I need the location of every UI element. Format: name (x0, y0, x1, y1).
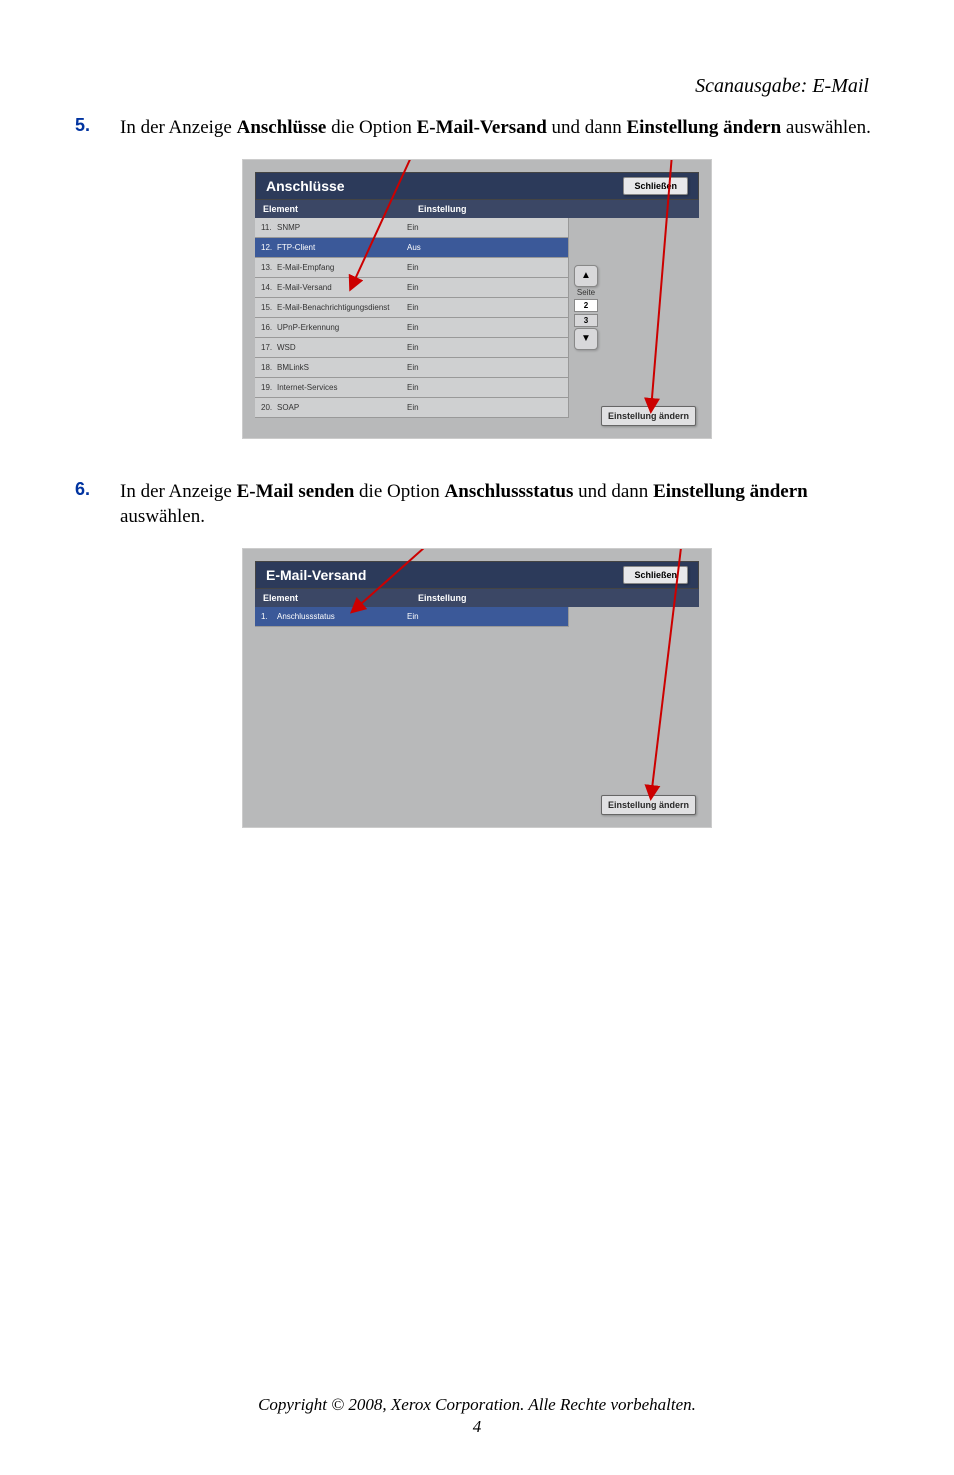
table-row[interactable]: 1.AnschlussstatusEin (255, 607, 569, 627)
close-button[interactable]: Schließen (623, 177, 688, 195)
t: die Option (354, 481, 444, 502)
col-setting: Einstellung (418, 593, 583, 603)
row-value: Ein (407, 343, 562, 352)
row-value: Ein (407, 263, 562, 272)
step-text: In der Anzeige Anschlüsse die Option E-M… (120, 115, 879, 141)
panel-title: E-Mail-Versand (266, 567, 366, 583)
table-row[interactable]: 19.Internet-ServicesEin (255, 378, 569, 398)
t: und dann (573, 481, 653, 502)
row-name: Anschlussstatus (277, 612, 407, 621)
row-number: 20. (261, 403, 277, 412)
change-setting-button[interactable]: Einstellung ändern (601, 795, 696, 815)
row-number: 19. (261, 383, 277, 392)
scroll-widget: ▲ Seite 2 3 ▼ (571, 265, 601, 350)
table-row[interactable]: 11.SNMPEin (255, 218, 569, 238)
b: E-Mail-Versand (417, 117, 547, 138)
b: E-Mail senden (237, 481, 355, 502)
row-name: SNMP (277, 223, 407, 232)
row-value: Ein (407, 383, 562, 392)
scroll-up-button[interactable]: ▲ (574, 265, 598, 287)
row-number: 12. (261, 243, 277, 252)
b: Einstellung ändern (653, 481, 808, 502)
col-element: Element (263, 593, 418, 603)
step-5: 5. In der Anzeige Anschlüsse die Option … (75, 115, 879, 439)
table-header: Element Einstellung (255, 589, 699, 607)
row-number: 17. (261, 343, 277, 352)
page-current: 2 (574, 299, 598, 312)
t: und dann (547, 117, 627, 138)
t: In der Anzeige (120, 481, 237, 502)
change-setting-button[interactable]: Einstellung ändern (601, 406, 696, 426)
step-6: 6. In der Anzeige E-Mail senden die Opti… (75, 479, 879, 828)
row-value: Ein (407, 612, 562, 621)
step-number: 6. (75, 479, 90, 500)
row-name: E-Mail-Versand (277, 283, 407, 292)
row-value: Ein (407, 403, 562, 412)
row-number: 1. (261, 612, 277, 621)
page-total: 3 (574, 314, 598, 327)
table-row[interactable]: 14.E-Mail-VersandEin (255, 278, 569, 298)
t: In der Anzeige (120, 117, 237, 138)
table-rows: 11.SNMPEin12.FTP-ClientAus13.E-Mail-Empf… (255, 218, 569, 418)
row-name: SOAP (277, 403, 407, 412)
row-value: Ein (407, 223, 562, 232)
row-name: E-Mail-Benachrichtigungsdienst (277, 303, 407, 312)
panel-header: E-Mail-Versand Schließen (255, 561, 699, 589)
row-name: FTP-Client (277, 243, 407, 252)
table-row[interactable]: 13.E-Mail-EmpfangEin (255, 258, 569, 278)
b: Einstellung ändern (626, 117, 781, 138)
table-rows: 1.AnschlussstatusEin (255, 607, 569, 627)
row-number: 13. (261, 263, 277, 272)
row-number: 15. (261, 303, 277, 312)
row-name: Internet-Services (277, 383, 407, 392)
b: Anschlüsse (237, 117, 327, 138)
anschluesse-panel: Anschlüsse Schließen Element Einstellung… (242, 159, 712, 439)
page-label: Seite (577, 288, 595, 297)
email-versand-panel: E-Mail-Versand Schließen Element Einstel… (242, 548, 712, 828)
footer-copyright: Copyright © 2008, Xerox Corporation. All… (0, 1395, 954, 1415)
row-number: 14. (261, 283, 277, 292)
col-setting: Einstellung (418, 204, 583, 214)
table-row[interactable]: 20.SOAPEin (255, 398, 569, 418)
scroll-down-button[interactable]: ▼ (574, 328, 598, 350)
table-row[interactable]: 18.BMLinkSEin (255, 358, 569, 378)
b: Anschlussstatus (445, 481, 574, 502)
table-row[interactable]: 12.FTP-ClientAus (255, 238, 569, 258)
table-row[interactable]: 15.E-Mail-BenachrichtigungsdienstEin (255, 298, 569, 318)
t: auswählen. (120, 506, 205, 527)
page-header: Scanausgabe: E-Mail (695, 75, 869, 98)
row-name: UPnP-Erkennung (277, 323, 407, 332)
row-name: BMLinkS (277, 363, 407, 372)
panel-header: Anschlüsse Schließen (255, 172, 699, 200)
row-value: Ein (407, 363, 562, 372)
row-value: Aus (407, 243, 562, 252)
col-element: Element (263, 204, 418, 214)
row-number: 18. (261, 363, 277, 372)
row-number: 11. (261, 223, 277, 232)
footer-page-number: 4 (0, 1417, 954, 1437)
step-number: 5. (75, 115, 90, 136)
row-number: 16. (261, 323, 277, 332)
close-button[interactable]: Schließen (623, 566, 688, 584)
table-row[interactable]: 17.WSDEin (255, 338, 569, 358)
t: auswählen. (781, 117, 871, 138)
table-header: Element Einstellung (255, 200, 699, 218)
panel-title: Anschlüsse (266, 178, 345, 194)
row-value: Ein (407, 303, 562, 312)
table-row[interactable]: 16.UPnP-ErkennungEin (255, 318, 569, 338)
t: die Option (326, 117, 416, 138)
step-text: In der Anzeige E-Mail senden die Option … (120, 479, 879, 530)
row-name: E-Mail-Empfang (277, 263, 407, 272)
row-value: Ein (407, 323, 562, 332)
row-value: Ein (407, 283, 562, 292)
row-name: WSD (277, 343, 407, 352)
